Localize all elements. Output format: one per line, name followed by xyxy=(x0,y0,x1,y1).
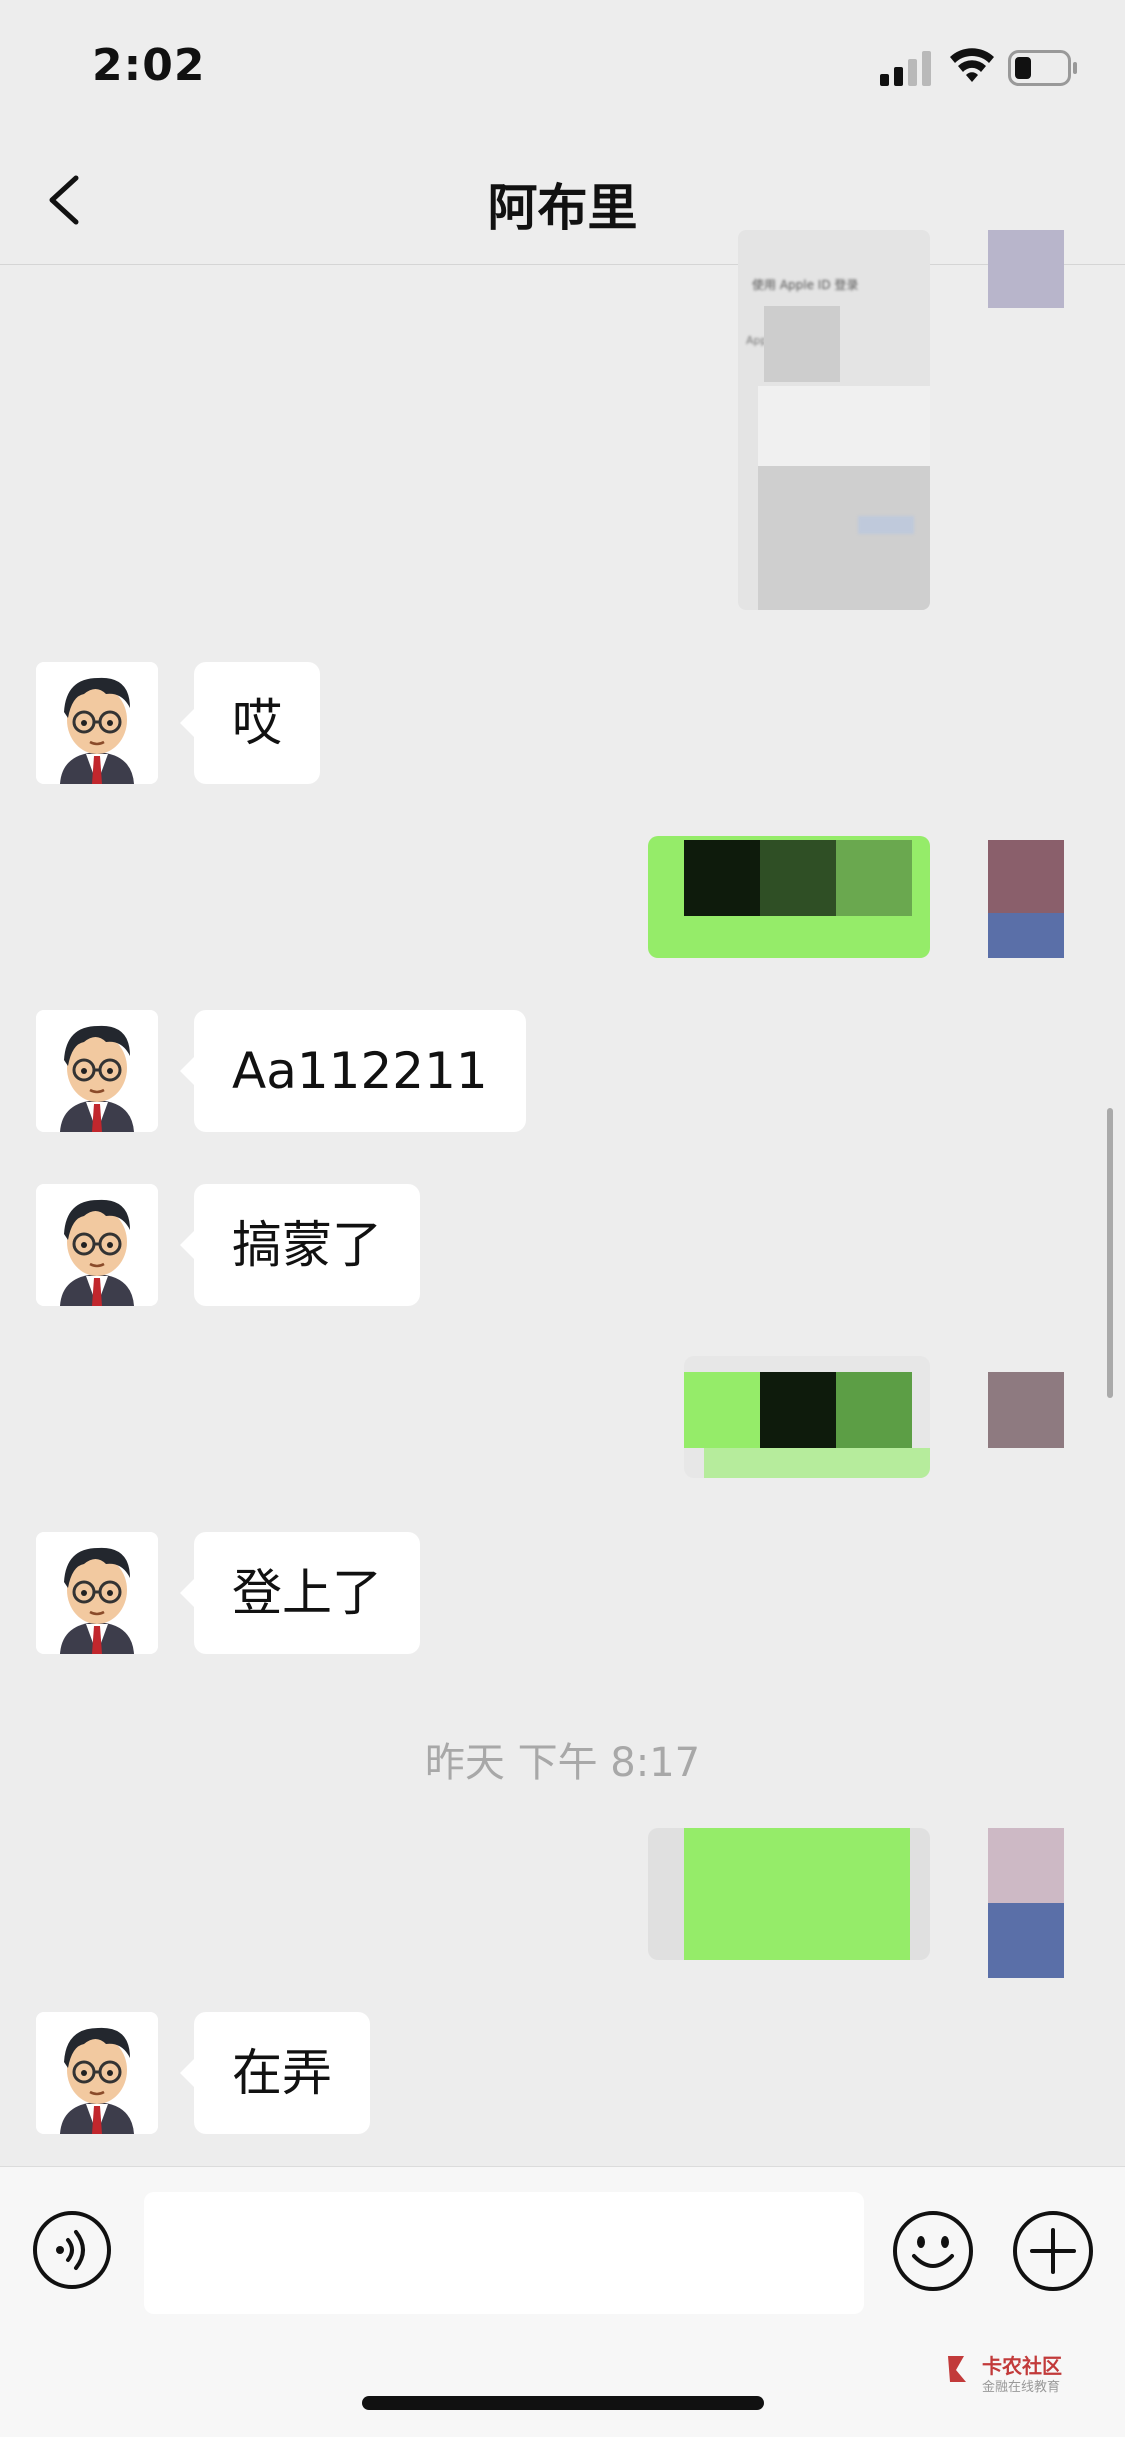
watermark-logo-icon xyxy=(948,2356,966,2382)
wifi-icon xyxy=(950,48,994,82)
voice-button[interactable] xyxy=(32,2210,112,2290)
emoji-button[interactable] xyxy=(892,2210,974,2292)
sent-image[interactable] xyxy=(648,836,930,958)
home-indicator xyxy=(362,2396,764,2410)
scrollbar[interactable] xyxy=(1107,1108,1113,1398)
screenshot-text-1: 使用 Apple ID 登录 xyxy=(752,278,859,292)
battery-icon xyxy=(1008,50,1077,86)
message-input[interactable] xyxy=(144,2192,864,2314)
my-avatar[interactable] xyxy=(988,840,1064,958)
status-time: 2:02 xyxy=(92,40,206,91)
contact-avatar[interactable] xyxy=(36,662,158,784)
sent-image[interactable] xyxy=(684,1356,930,1478)
my-avatar[interactable] xyxy=(988,1828,1064,1978)
plus-button[interactable] xyxy=(1012,2210,1094,2292)
chat-title: 阿布里 xyxy=(487,179,638,237)
contact-avatar[interactable] xyxy=(36,1532,158,1654)
watermark-tagline: 金融在线教育 xyxy=(982,2380,1061,2395)
sent-image[interactable] xyxy=(648,1828,930,1960)
sent-image-screenshot[interactable]: 使用 Apple ID 登录 Apple ID xyxy=(738,230,930,610)
cellular-signal-icon xyxy=(880,51,931,86)
my-avatar[interactable] xyxy=(988,230,1064,308)
watermark-name: 卡农社区 xyxy=(982,2354,1062,2378)
message-timestamp: 昨天 下午 8:17 xyxy=(424,1740,701,1786)
message-bubble[interactable]: Aa112211 xyxy=(180,1010,526,1132)
message-bubble[interactable]: 登上了 xyxy=(180,1532,420,1654)
my-avatar[interactable] xyxy=(988,1372,1064,1448)
message-bubble[interactable]: 搞蒙了 xyxy=(180,1184,420,1306)
message-bubble[interactable]: 哎 xyxy=(180,662,320,784)
contact-avatar[interactable] xyxy=(36,2012,158,2134)
contact-avatar[interactable] xyxy=(36,1184,158,1306)
contact-avatar[interactable] xyxy=(36,1010,158,1132)
message-bubble[interactable]: 在弄 xyxy=(180,2012,370,2134)
